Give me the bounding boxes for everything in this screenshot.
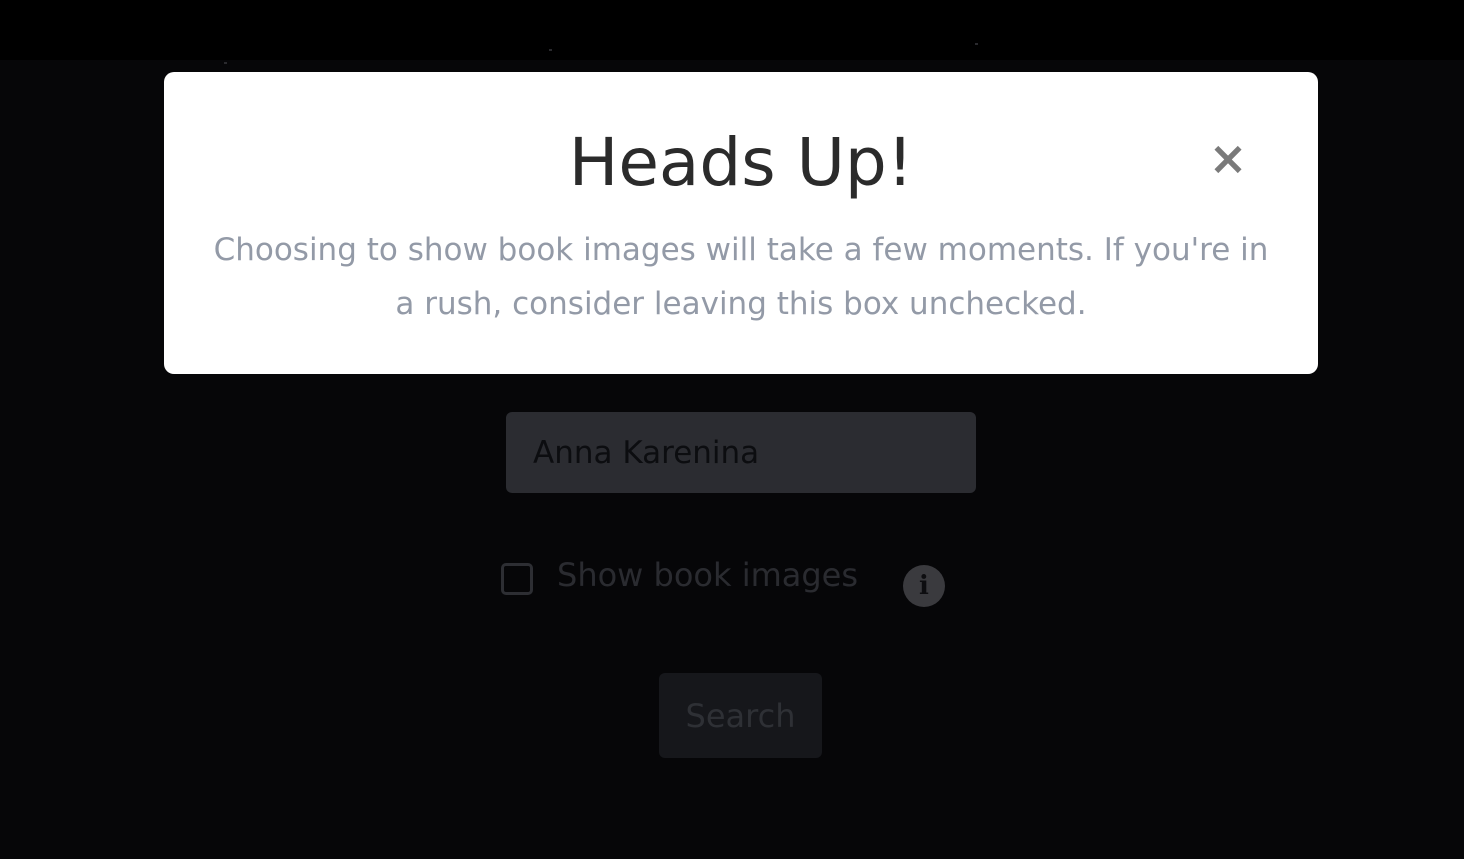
backdrop-speck: [224, 62, 227, 64]
modal-title: Heads Up!: [568, 124, 914, 201]
page: Show book images i Search Heads Up! × Ch…: [0, 0, 1464, 859]
close-icon[interactable]: ×: [1204, 134, 1252, 182]
info-icon-glyph: i: [919, 571, 929, 601]
search-input[interactable]: [506, 412, 976, 493]
show-images-checkbox[interactable]: [501, 563, 533, 595]
heads-up-modal: Heads Up! × Choosing to show book images…: [164, 72, 1318, 374]
backdrop-speck: [549, 49, 552, 51]
show-images-label[interactable]: Show book images: [557, 556, 858, 594]
info-icon[interactable]: i: [903, 565, 945, 607]
backdrop-speck: [975, 43, 978, 45]
modal-body-text: Choosing to show book images will take a…: [213, 232, 1269, 322]
backdrop-top-band: [0, 0, 1464, 60]
search-button[interactable]: Search: [659, 673, 822, 758]
